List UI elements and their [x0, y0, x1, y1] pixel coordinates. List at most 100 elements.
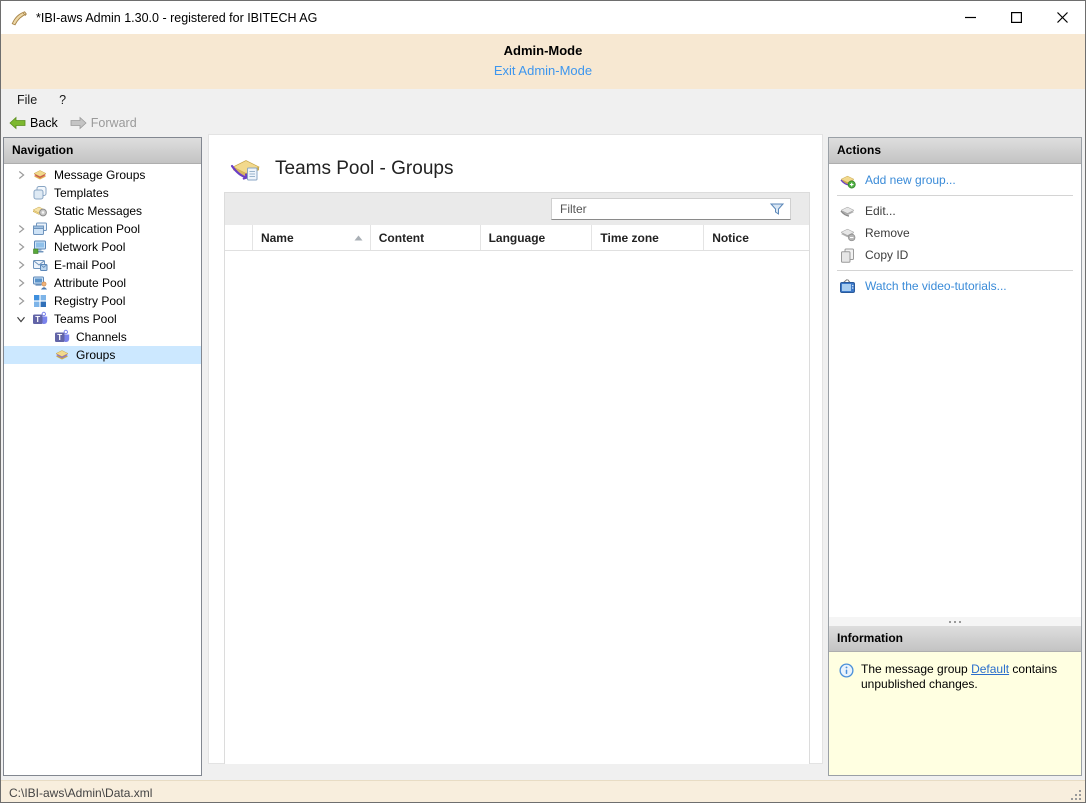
filter-input[interactable]: [552, 199, 769, 219]
information-message: The message group Default contains unpub…: [861, 662, 1061, 692]
action-edit[interactable]: Edit...: [829, 200, 1081, 222]
close-button[interactable]: [1039, 1, 1085, 34]
exit-admin-mode-link[interactable]: Exit Admin-Mode: [494, 63, 592, 78]
workspace: Navigation Message Groups Templates Stat…: [1, 134, 1085, 780]
panel-splitter-handle[interactable]: [829, 617, 1081, 626]
splitter-dots-icon: [949, 621, 961, 623]
chevron-placeholder: [14, 203, 32, 219]
column-header-name[interactable]: Name: [253, 225, 371, 250]
nav-item-network-pool[interactable]: Network Pool: [4, 238, 201, 256]
maximize-button[interactable]: [993, 1, 1039, 34]
action-label: Watch the video-tutorials...: [865, 279, 1007, 293]
information-header: Information: [829, 626, 1081, 652]
add-group-icon: [839, 172, 856, 189]
minimize-button[interactable]: [947, 1, 993, 34]
action-watch-video-tutorials[interactable]: Watch the video-tutorials...: [829, 275, 1081, 297]
back-button[interactable]: Back: [9, 116, 58, 130]
menu-file[interactable]: File: [17, 93, 37, 107]
svg-text:T: T: [35, 315, 40, 324]
app-window: *IBI-aws Admin 1.30.0 - registered for I…: [0, 0, 1086, 803]
navigation-header: Navigation: [4, 138, 201, 164]
info-text-before: The message group: [861, 662, 971, 676]
column-header-empty[interactable]: [225, 225, 253, 250]
nav-item-label: Network Pool: [54, 240, 125, 254]
nav-item-label: Application Pool: [54, 222, 140, 236]
nav-item-email-pool[interactable]: E-mail Pool: [4, 256, 201, 274]
copy-id-icon: [839, 247, 856, 264]
page-title: Teams Pool - Groups: [275, 158, 453, 180]
information-panel: The message group Default contains unpub…: [829, 652, 1081, 775]
nav-item-label: Registry Pool: [54, 294, 125, 308]
admin-mode-title: Admin-Mode: [1, 43, 1085, 58]
filter-strip: [225, 193, 809, 225]
groups-table-box: Name Content Language Time zone Notice: [224, 192, 810, 764]
nav-item-application-pool[interactable]: Application Pool: [4, 220, 201, 238]
window-title: *IBI-aws Admin 1.30.0 - registered for I…: [36, 11, 317, 25]
right-panel: Actions Add new group... Edit...: [828, 137, 1082, 776]
groups-icon: [54, 347, 70, 363]
action-add-new-group[interactable]: Add new group...: [829, 169, 1081, 191]
nav-item-label: Static Messages: [54, 204, 142, 218]
back-arrow-icon: [9, 116, 26, 130]
actions-filler: [829, 297, 1081, 617]
chevron-right-icon[interactable]: [14, 257, 32, 273]
chevron-right-icon[interactable]: [14, 167, 32, 183]
nav-item-label: E-mail Pool: [54, 258, 115, 272]
nav-item-label: Teams Pool: [54, 312, 117, 326]
table-body-empty: [225, 251, 809, 764]
chevron-right-icon[interactable]: [14, 221, 32, 237]
menu-help[interactable]: ?: [59, 93, 66, 107]
chevron-placeholder: [36, 329, 54, 345]
forward-button-label: Forward: [91, 116, 137, 130]
nav-item-label: Attribute Pool: [54, 276, 126, 290]
divider: [837, 270, 1073, 271]
action-label: Copy ID: [865, 248, 908, 262]
action-label: Add new group...: [865, 173, 956, 187]
actions-list: Add new group... Edit... Remove: [829, 164, 1081, 297]
message-groups-icon: [32, 167, 48, 183]
default-group-link[interactable]: Default: [971, 662, 1009, 676]
teams-pool-icon: T: [32, 311, 48, 327]
chevron-down-icon[interactable]: [14, 311, 32, 327]
sort-ascending-icon: [354, 235, 363, 241]
nav-item-groups[interactable]: Groups: [4, 346, 201, 364]
column-header-content[interactable]: Content: [371, 225, 481, 250]
funnel-icon[interactable]: [769, 201, 785, 217]
nav-item-registry-pool[interactable]: Registry Pool: [4, 292, 201, 310]
chevron-right-icon[interactable]: [14, 293, 32, 309]
column-header-language[interactable]: Language: [481, 225, 593, 250]
chevron-right-icon[interactable]: [14, 239, 32, 255]
action-remove[interactable]: Remove: [829, 222, 1081, 244]
svg-text:T: T: [57, 333, 62, 342]
nav-item-message-groups[interactable]: Message Groups: [4, 166, 201, 184]
remove-group-icon: [839, 225, 856, 242]
nav-item-channels[interactable]: T Channels: [4, 328, 201, 346]
statusbar: C:\IBI-aws\Admin\Data.xml: [1, 780, 1085, 803]
action-copy-id[interactable]: Copy ID: [829, 244, 1081, 266]
main-title-row: Teams Pool - Groups: [209, 135, 822, 185]
window-controls: [947, 1, 1085, 34]
chevron-placeholder: [36, 347, 54, 363]
edit-group-icon: [839, 203, 856, 220]
info-icon: [839, 663, 854, 678]
groups-box-icon: [230, 153, 262, 185]
column-header-label: Notice: [712, 231, 749, 245]
chevron-right-icon[interactable]: [14, 275, 32, 291]
column-header-notice[interactable]: Notice: [704, 225, 809, 250]
divider: [837, 195, 1073, 196]
nav-item-attribute-pool[interactable]: Attribute Pool: [4, 274, 201, 292]
email-pool-icon: [32, 257, 48, 273]
filter-box: [551, 198, 791, 220]
nav-item-label: Channels: [76, 330, 127, 344]
nav-item-teams-pool[interactable]: T Teams Pool: [4, 310, 201, 328]
toolbar: Back Forward: [1, 111, 1085, 134]
nav-item-templates[interactable]: Templates: [4, 184, 201, 202]
column-header-label: Content: [379, 231, 424, 245]
column-header-timezone[interactable]: Time zone: [592, 225, 704, 250]
attribute-pool-icon: [32, 275, 48, 291]
resize-grip[interactable]: [1069, 788, 1083, 802]
navigation-tree: Message Groups Templates Static Messages…: [4, 164, 201, 364]
nav-item-static-messages[interactable]: Static Messages: [4, 202, 201, 220]
admin-mode-banner: Admin-Mode Exit Admin-Mode: [1, 34, 1085, 89]
forward-button[interactable]: Forward: [70, 116, 137, 130]
